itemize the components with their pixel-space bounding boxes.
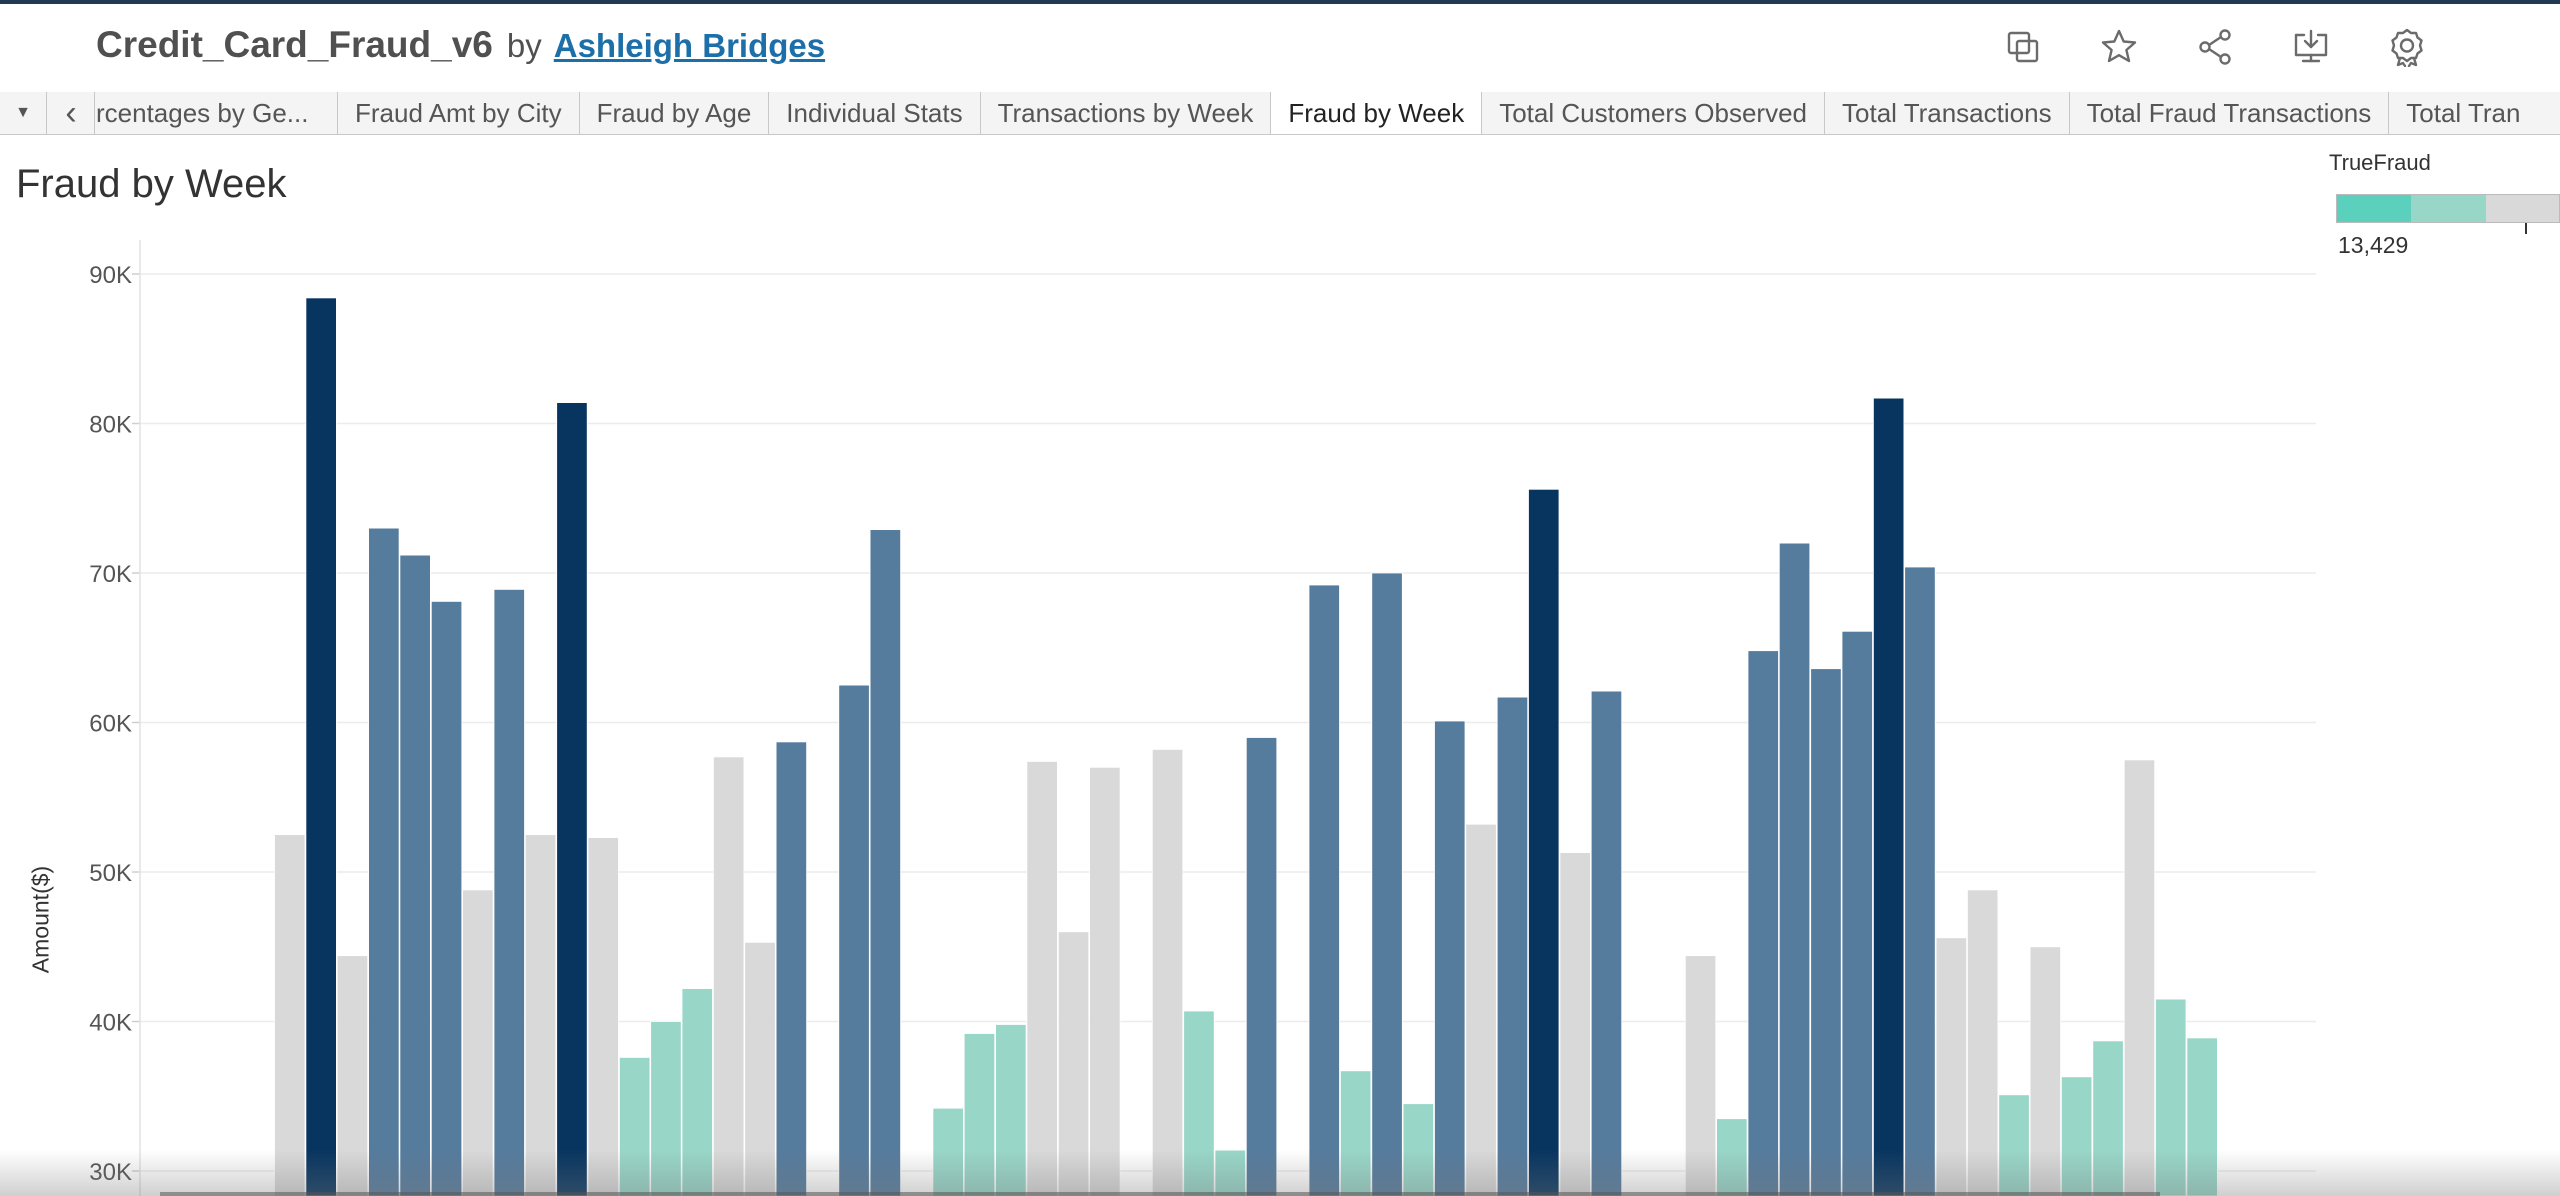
bar[interactable] — [305, 297, 337, 1196]
bar[interactable] — [869, 529, 901, 1196]
bar[interactable] — [1371, 572, 1403, 1196]
bar[interactable] — [1935, 937, 1967, 1196]
bar[interactable] — [1183, 1010, 1215, 1196]
bar[interactable] — [430, 601, 463, 1196]
bar[interactable] — [1841, 630, 1873, 1196]
legend-swatch — [2411, 194, 2486, 223]
legend-title: TrueFraud — [2329, 150, 2431, 175]
bar[interactable] — [681, 988, 713, 1196]
bar[interactable] — [650, 1021, 682, 1196]
y-tick-label: 60K — [89, 711, 132, 738]
bar[interactable] — [1778, 542, 1811, 1196]
bar[interactable] — [587, 837, 619, 1196]
bar[interactable] — [1402, 1103, 1434, 1196]
bar[interactable] — [1967, 889, 1999, 1196]
y-tick-label: 80K — [89, 412, 132, 439]
bar[interactable] — [1465, 823, 1497, 1196]
bar[interactable] — [556, 402, 588, 1196]
bar[interactable] — [1057, 931, 1090, 1196]
bar[interactable] — [1810, 668, 1842, 1196]
bar[interactable] — [2060, 1076, 2093, 1196]
bar[interactable] — [524, 834, 557, 1196]
bar[interactable] — [1214, 1149, 1246, 1196]
bar[interactable] — [1684, 955, 1717, 1196]
y-tick-label: 90K — [89, 262, 132, 289]
bottom-scroll-edge — [160, 1192, 2160, 1196]
bar[interactable] — [963, 1033, 996, 1196]
bar[interactable] — [1716, 1118, 1748, 1196]
bar[interactable] — [368, 527, 400, 1196]
bar[interactable] — [1590, 690, 1623, 1196]
bar[interactable] — [713, 756, 745, 1196]
bar[interactable] — [2029, 946, 2061, 1196]
bar[interactable] — [1340, 1070, 1372, 1196]
legend-value: 13,429 — [2338, 232, 2409, 258]
bar[interactable] — [1528, 488, 1560, 1196]
legend-swatch — [2336, 194, 2411, 223]
bar[interactable] — [1873, 397, 1905, 1196]
legend-swatch — [2486, 194, 2560, 223]
tab-total-tran[interactable]: Total Tran — [2389, 92, 2538, 134]
bar[interactable] — [1089, 766, 1121, 1196]
bar[interactable] — [1308, 584, 1340, 1196]
bar[interactable] — [838, 684, 870, 1196]
bar[interactable] — [1904, 566, 1936, 1196]
bar[interactable] — [1559, 852, 1591, 1196]
bar[interactable] — [1496, 696, 1529, 1196]
bar[interactable] — [1434, 720, 1466, 1196]
bar[interactable] — [775, 741, 807, 1196]
bar[interactable] — [462, 889, 494, 1196]
y-tick-label: 40K — [89, 1010, 132, 1037]
color-legend[interactable] — [2336, 192, 2560, 236]
bar[interactable] — [619, 1057, 651, 1196]
bar[interactable] — [744, 941, 776, 1196]
y-tick-label: 70K — [89, 561, 132, 588]
bar[interactable] — [2186, 1037, 2218, 1196]
bar[interactable] — [995, 1024, 1027, 1196]
badge-icon — [2391, 28, 2423, 67]
bar[interactable] — [2155, 998, 2187, 1196]
metadata-button[interactable] — [2384, 24, 2430, 70]
bar[interactable] — [2123, 759, 2156, 1196]
bar[interactable] — [399, 554, 431, 1196]
bar[interactable] — [274, 834, 306, 1196]
bar[interactable] — [336, 955, 369, 1196]
bar[interactable] — [2092, 1040, 2124, 1196]
bar[interactable] — [493, 589, 525, 1196]
y-tick-label: 30K — [89, 1159, 132, 1186]
bar[interactable] — [1747, 650, 1779, 1196]
y-tick-label: 50K — [89, 860, 132, 887]
bar[interactable] — [1026, 761, 1058, 1196]
bar[interactable] — [1245, 737, 1278, 1196]
bar[interactable] — [1998, 1094, 2030, 1196]
bar[interactable] — [932, 1107, 964, 1196]
fraud-bar-chart: 30K 40K 50K 60K 70K 80K 90K — [89, 240, 2316, 1196]
bar[interactable] — [1151, 749, 1184, 1196]
